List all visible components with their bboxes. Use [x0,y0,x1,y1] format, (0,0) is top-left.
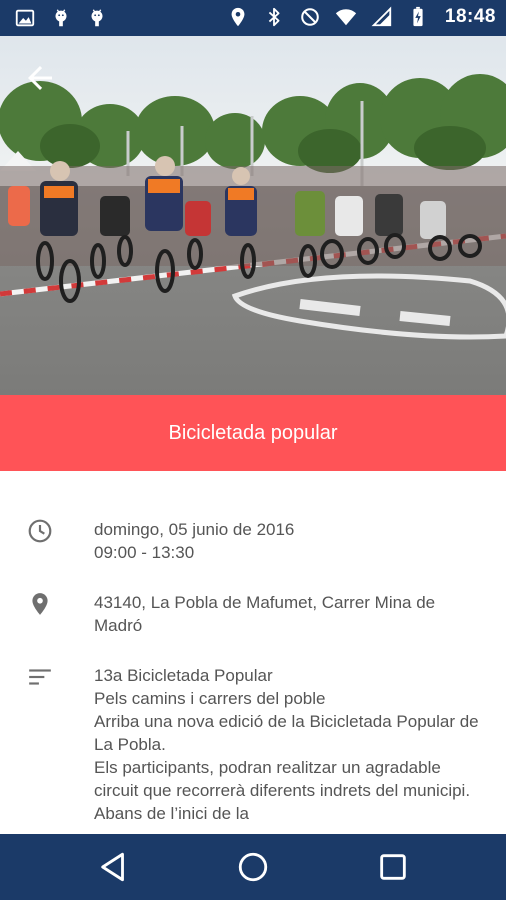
nav-back-icon[interactable] [97,850,131,884]
location-pin-icon [32,593,48,615]
description-line: Pels camins i carrers del poble [94,689,326,708]
event-photo [0,36,506,395]
status-bar: 18:48 [0,0,506,36]
event-datetime: domingo, 05 junio de 2016 09:00 - 13:30 [94,518,486,564]
event-time-range: 09:00 - 13:30 [94,543,195,562]
android-icon [55,9,67,27]
description-line: Els participants, podran realitzar un ag… [94,758,474,823]
battery-charging-icon [413,6,423,27]
back-button[interactable] [22,60,58,96]
cyclists-photo [0,36,506,395]
event-details: domingo, 05 junio de 2016 09:00 - 13:30 … [0,471,506,834]
event-date: domingo, 05 junio de 2016 [94,520,295,539]
event-address: 43140, La Pobla de Mafumet, Carrer Mina … [94,593,436,635]
description-line: Arriba una nova edició de la Bicicletada… [94,712,484,754]
wifi-icon [335,9,356,26]
description-icon [29,669,51,685]
clock-time: 18:48 [444,6,496,27]
clock-icon [28,519,52,543]
image-icon [15,9,35,27]
android-icon [91,9,103,27]
event-title: Bicicletada popular [168,421,338,444]
bluetooth-icon [268,7,280,27]
signal-icon [371,6,392,27]
location-icon [231,7,245,27]
event-description: 13a Bicicletada Popular Pels camins i ca… [94,664,486,825]
nav-home-icon[interactable] [236,850,270,884]
event-title-bar: Bicicletada popular [0,395,506,471]
nav-recents-icon[interactable] [376,850,410,884]
navigation-bar [0,834,506,900]
description-line: 13a Bicicletada Popular [94,666,273,685]
do-not-disturb-icon [301,8,319,26]
